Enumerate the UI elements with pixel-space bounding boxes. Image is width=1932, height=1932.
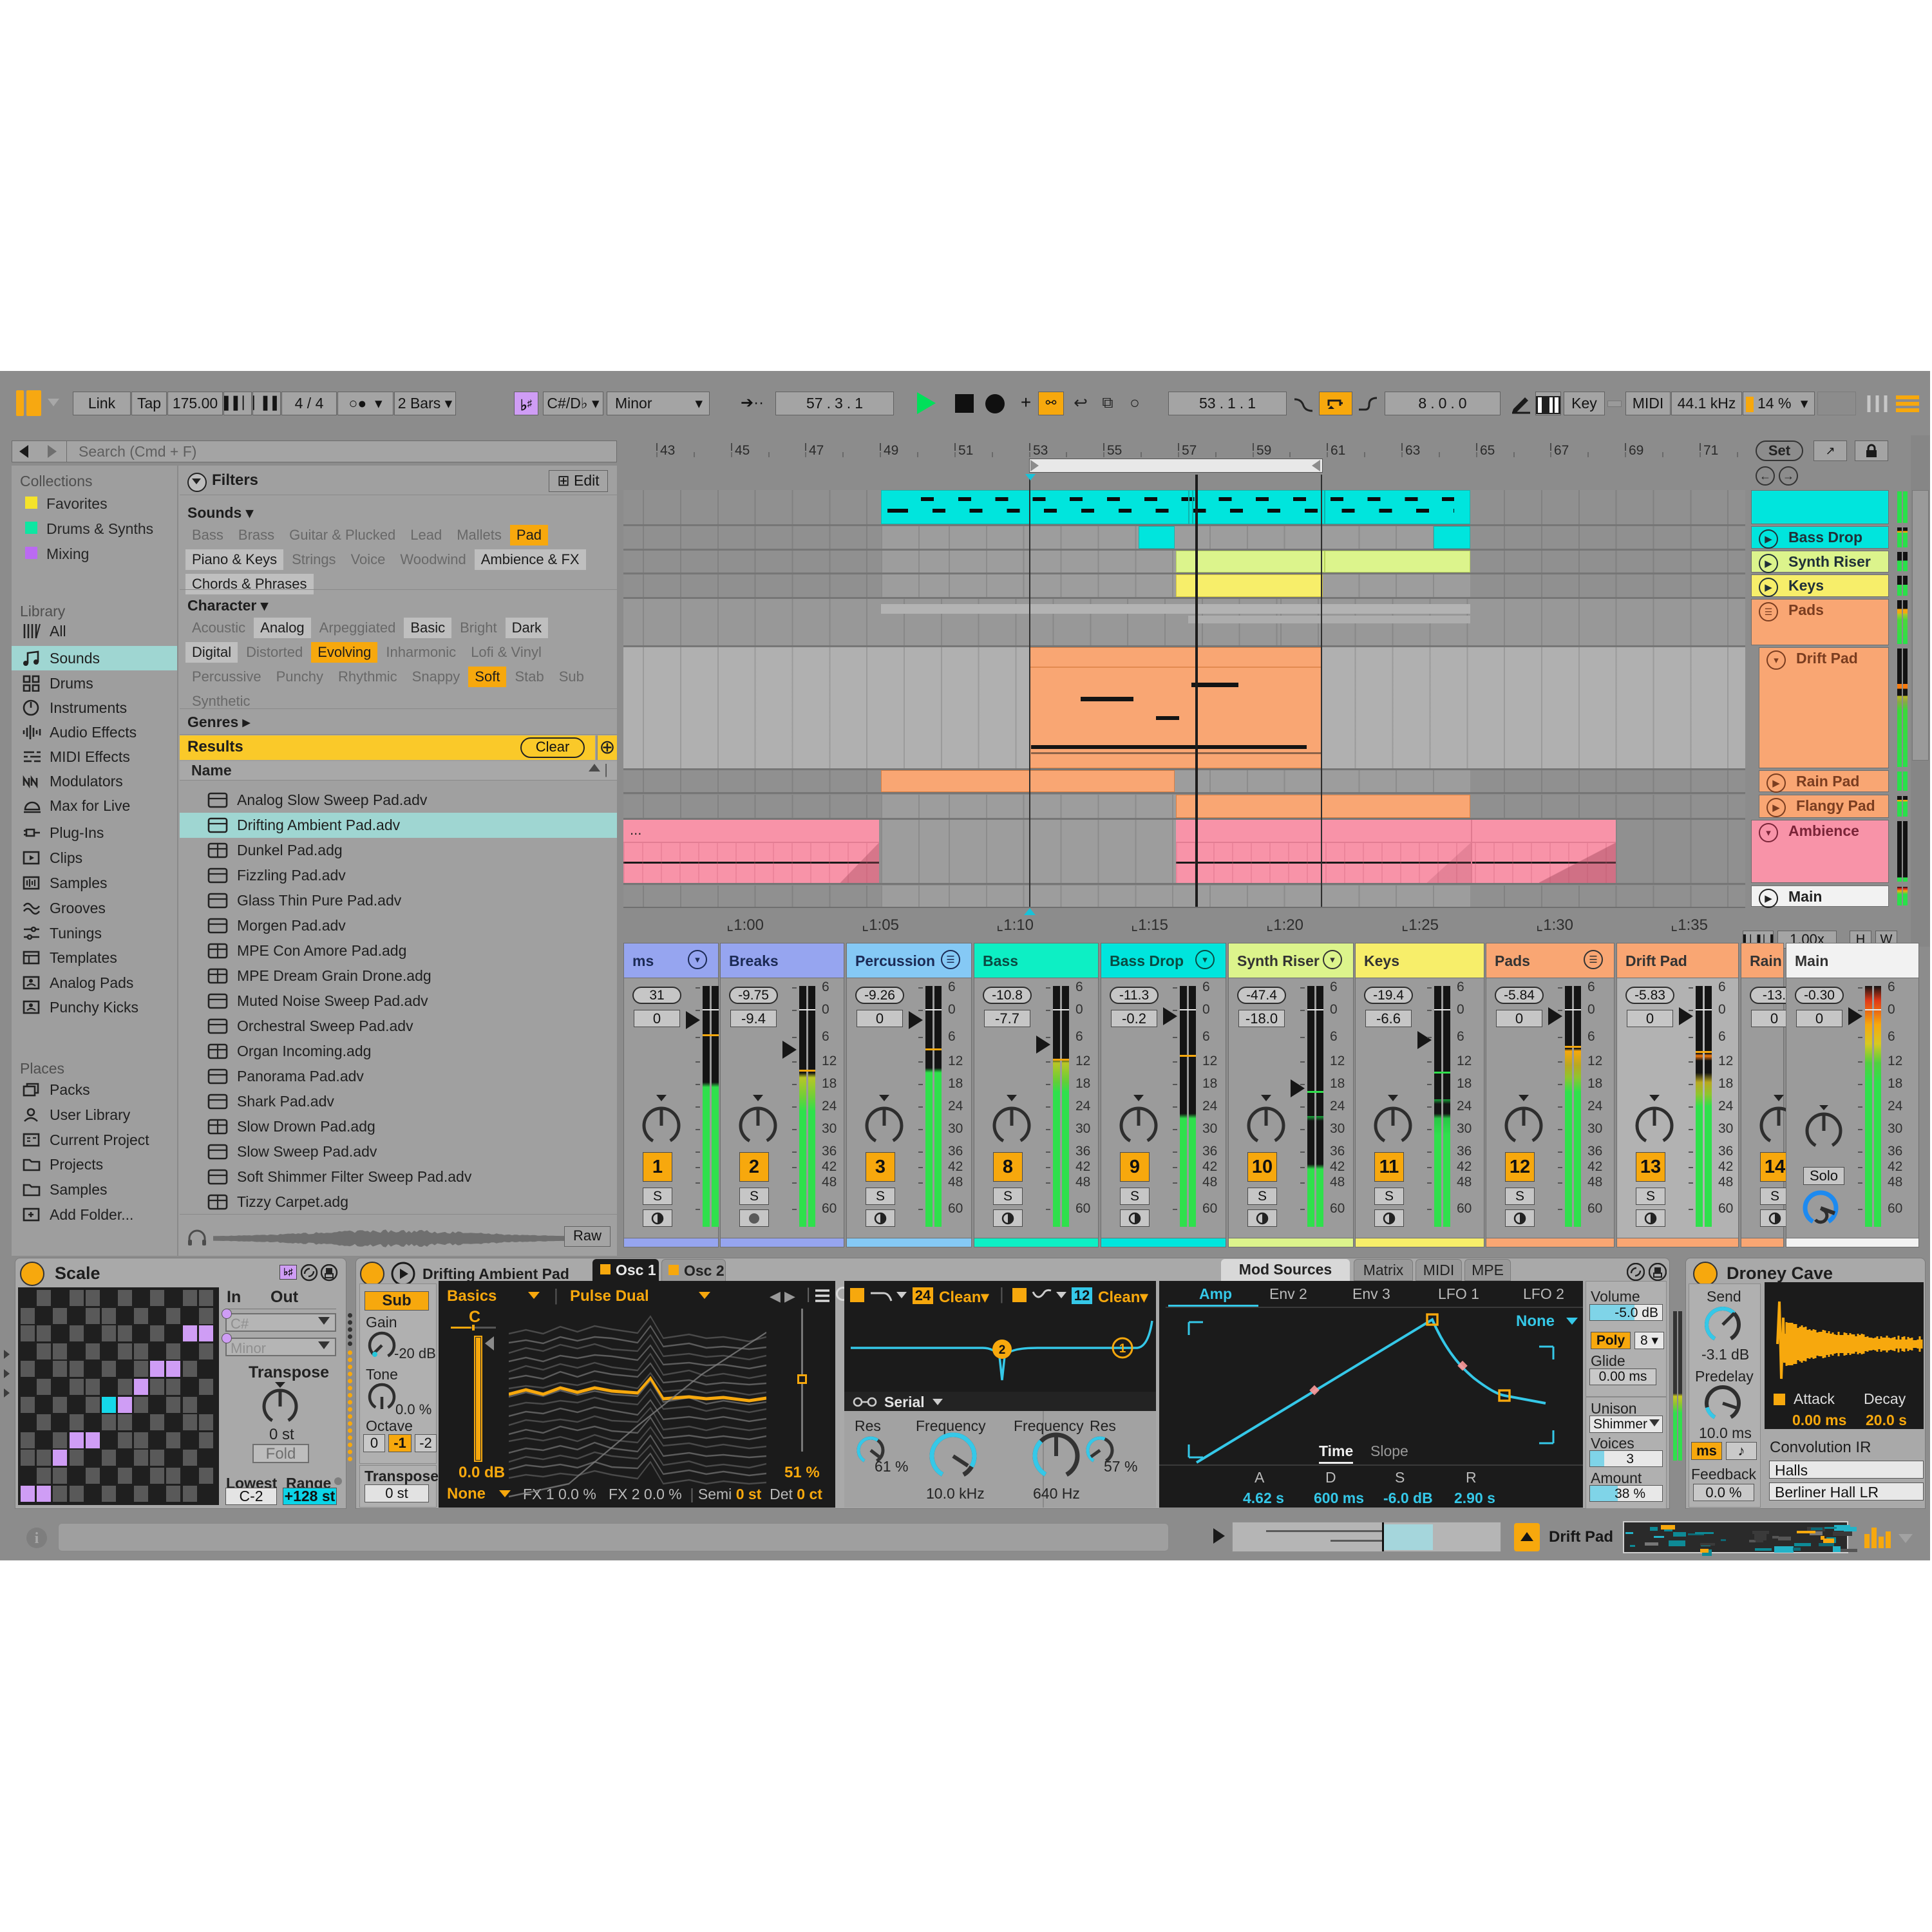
svg-text:i: i [35,1530,39,1547]
svg-text:1: 1 [1119,1342,1126,1356]
svg-text:2: 2 [999,1343,1006,1357]
